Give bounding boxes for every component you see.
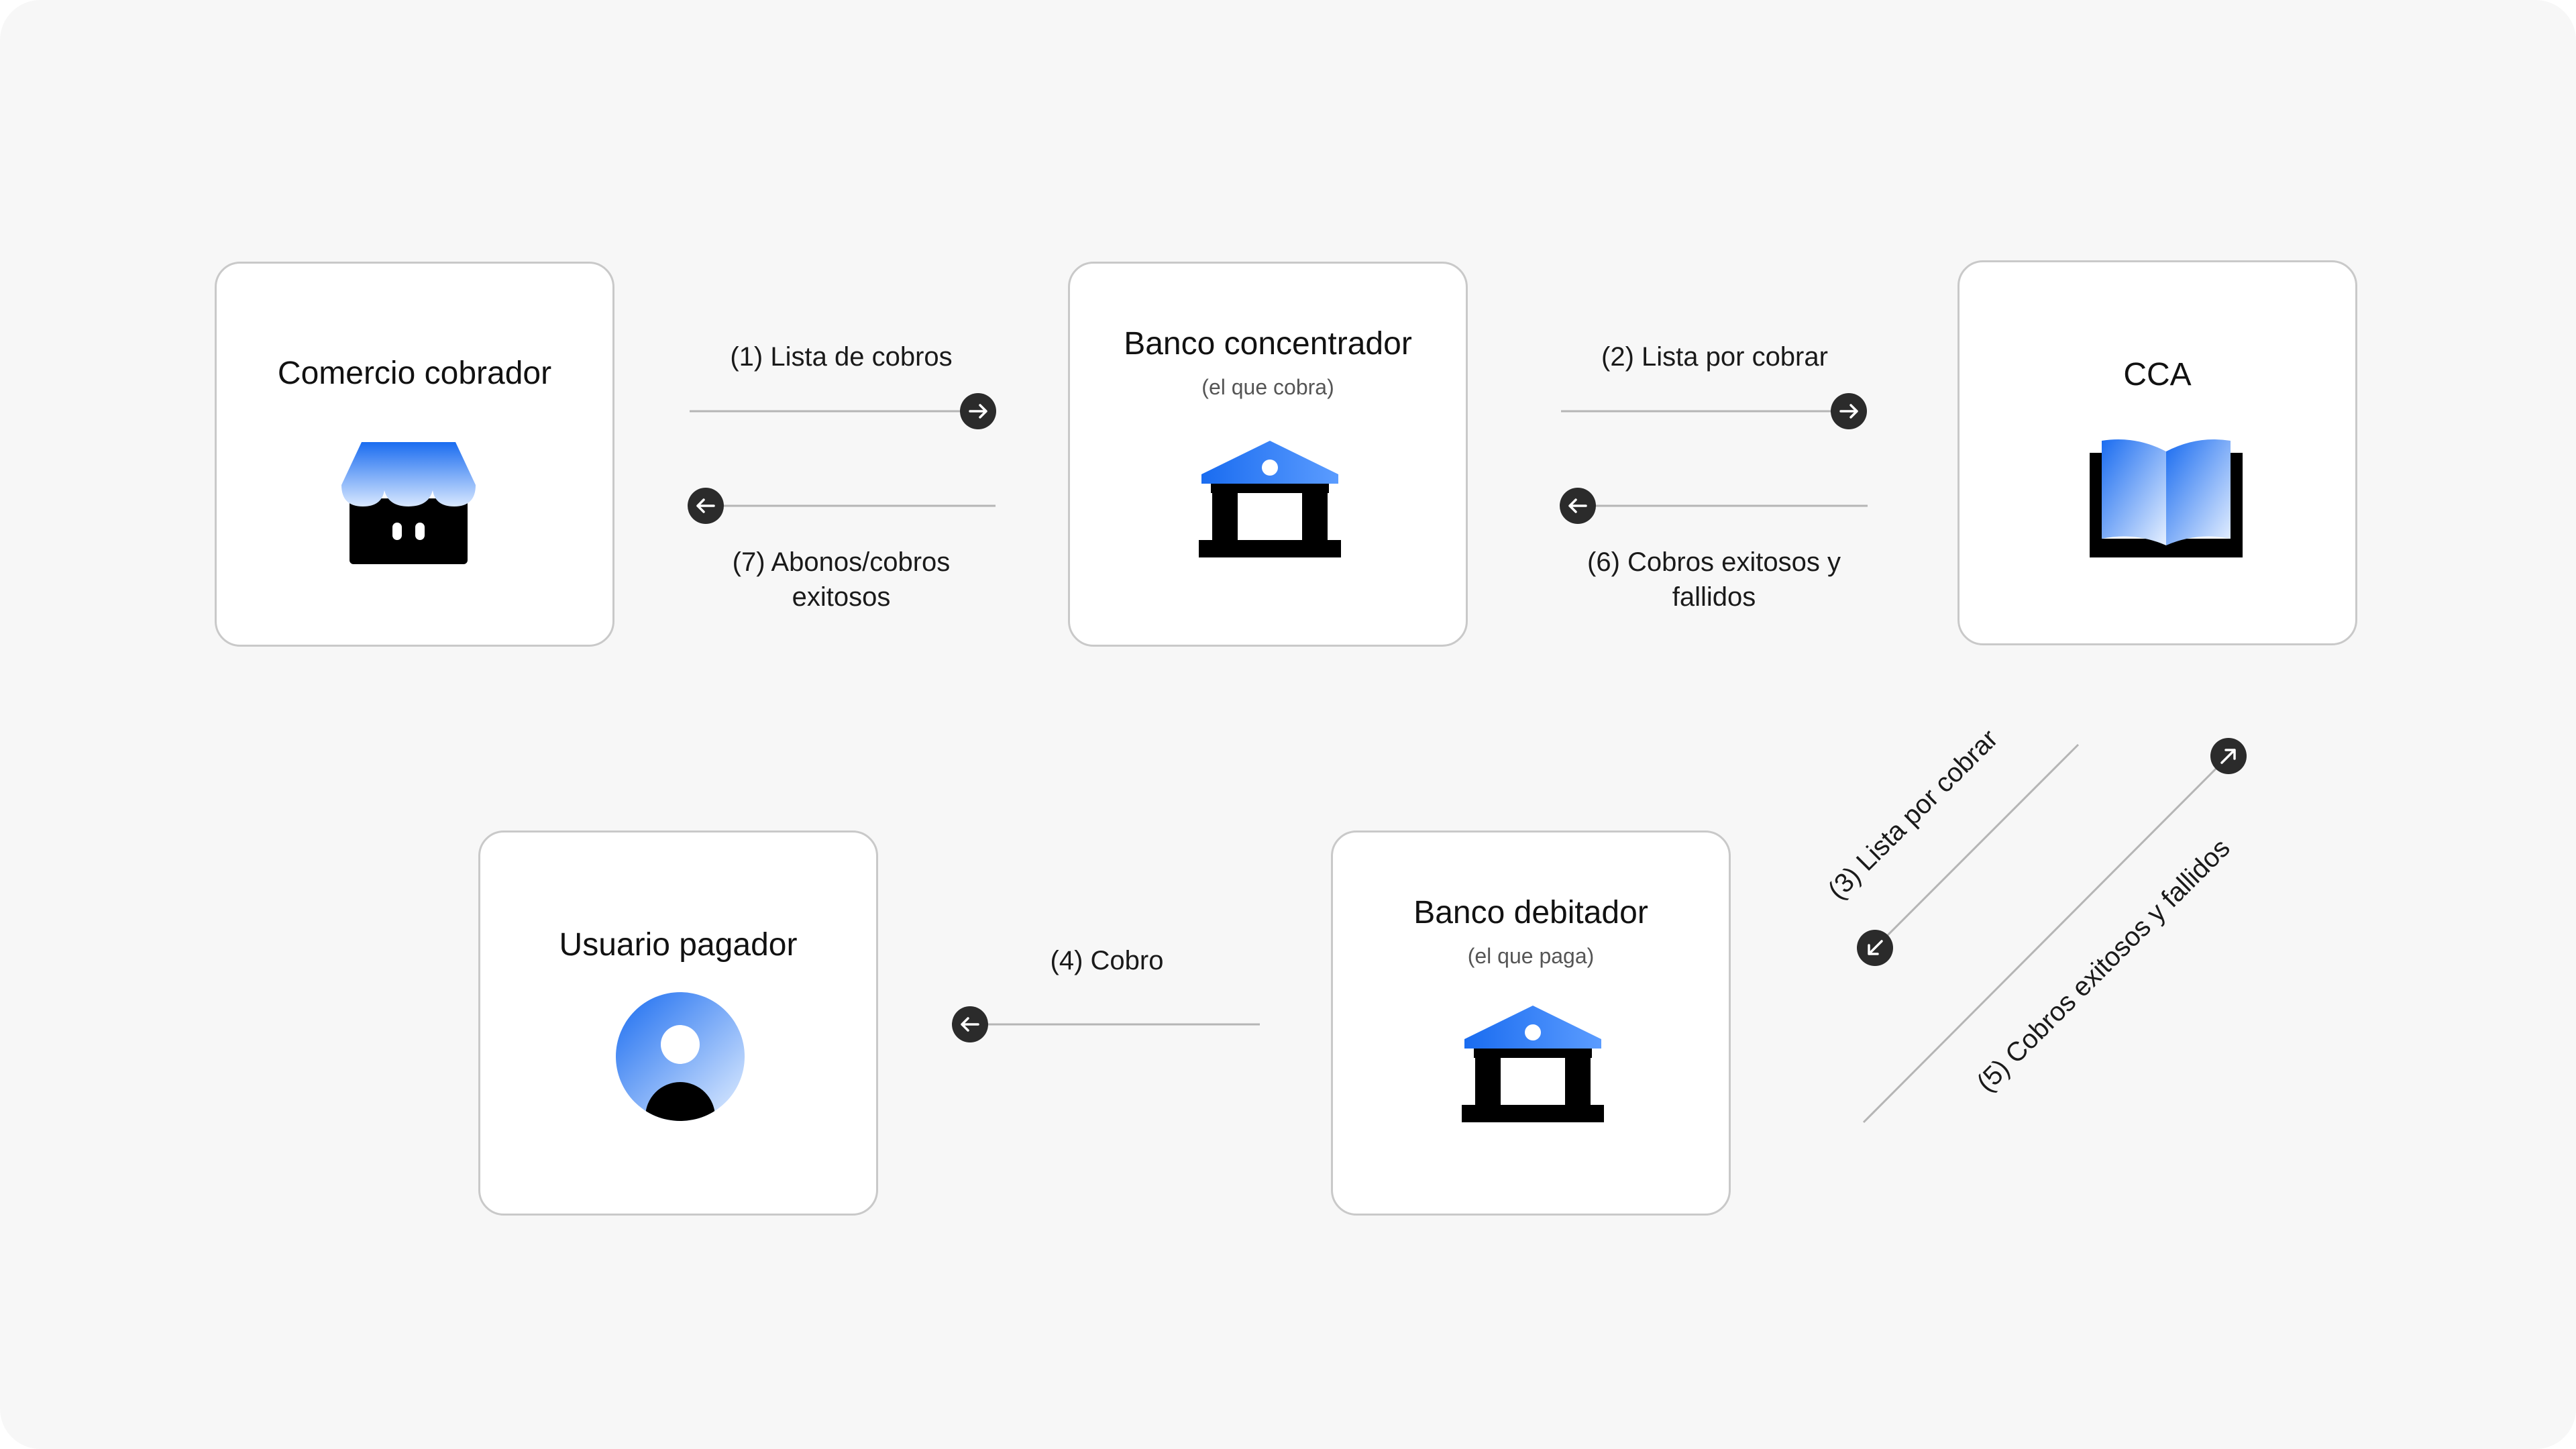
node-comercio-cobrador: Comercio cobrador xyxy=(215,262,614,647)
node-title: Banco concentrador xyxy=(1124,326,1412,362)
edge-6-connector xyxy=(1560,488,1868,524)
node-subtitle: (el que paga) xyxy=(1467,944,1595,968)
arrow-up-right-icon xyxy=(2210,738,2247,774)
node-cca: CCA xyxy=(1957,260,2357,645)
node-usuario-pagador: Usuario pagador xyxy=(478,830,878,1216)
arrow-down-left-icon xyxy=(1857,930,1893,966)
arrow-right-icon xyxy=(960,393,996,429)
edge-7-label: (7) Abonos/cobros exitosos xyxy=(732,547,951,612)
edge-1-connector xyxy=(690,393,996,429)
arrow-right-icon xyxy=(1831,393,1867,429)
edge-2-connector xyxy=(1561,393,1867,429)
node-title: CCA xyxy=(2123,357,2192,392)
diagram-canvas: Comercio cobrador Banco concentrador (el… xyxy=(0,0,2576,1449)
edge-4-label: (4) Cobro xyxy=(1050,946,1164,975)
edge-7-connector xyxy=(688,488,996,524)
node-banco-debitador: Banco debitador (el que paga) xyxy=(1331,830,1731,1216)
node-title: Banco debitador xyxy=(1413,895,1648,930)
node-subtitle: (el que cobra) xyxy=(1201,375,1334,399)
edge-6-label: (6) Cobros exitosos y fallidos xyxy=(1587,547,1841,612)
arrow-left-icon xyxy=(952,1006,988,1042)
node-title: Usuario pagador xyxy=(559,927,798,963)
edge-2-label: (2) Lista por cobrar xyxy=(1601,342,1828,372)
storefront-icon xyxy=(341,442,476,564)
edge-1-label: (1) Lista de cobros xyxy=(730,342,953,372)
edge-4-connector xyxy=(952,1006,1260,1042)
bank-icon xyxy=(1462,1006,1604,1122)
open-book-icon xyxy=(2090,439,2243,557)
user-avatar-icon xyxy=(616,992,745,1121)
node-title: Comercio cobrador xyxy=(277,356,552,391)
arrow-left-icon xyxy=(1560,488,1596,524)
bank-icon xyxy=(1199,441,1341,557)
arrow-left-icon xyxy=(688,488,724,524)
connectors-layer xyxy=(688,393,2247,1124)
node-banco-concentrador: Banco concentrador (el que cobra) xyxy=(1068,262,1468,647)
